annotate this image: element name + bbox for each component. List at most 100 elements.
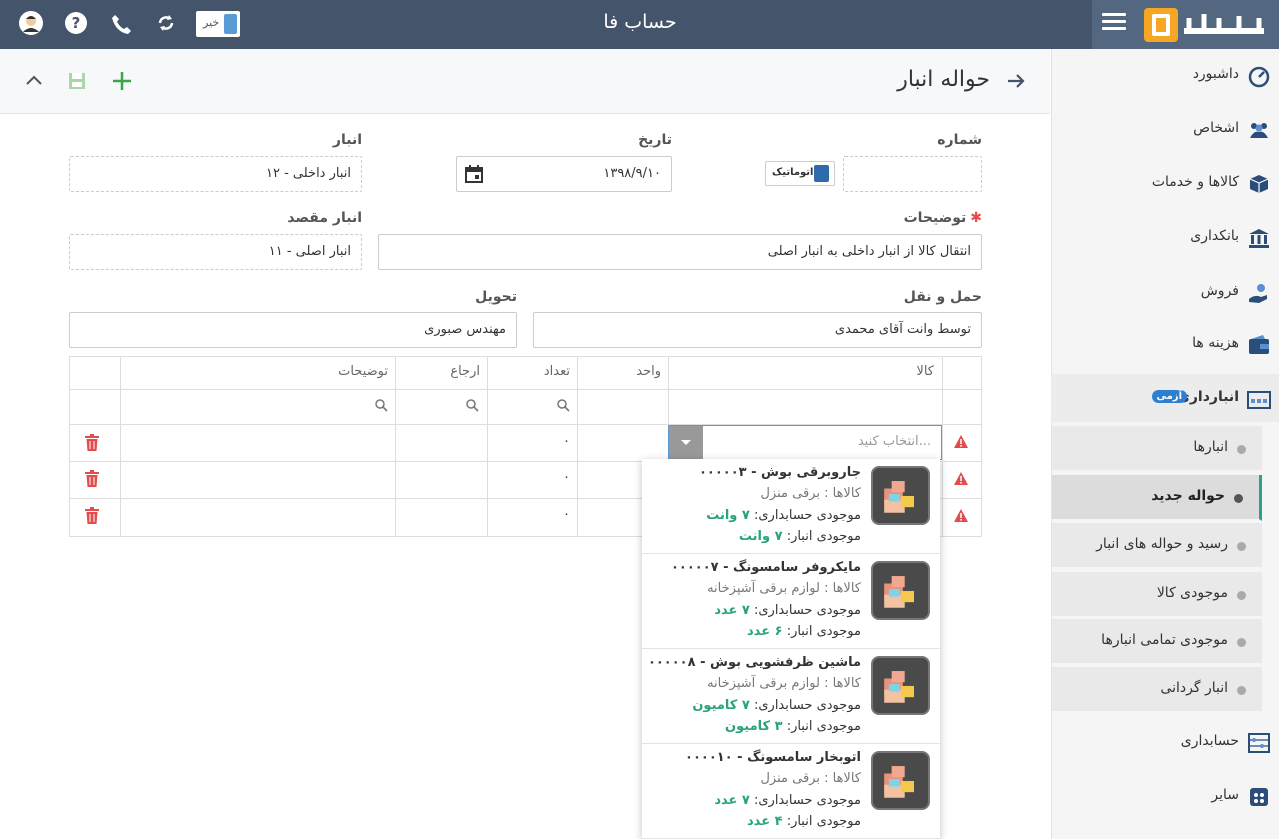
bank-icon — [1249, 229, 1269, 248]
warehouse-stock-label: موجودی انبار: — [786, 814, 861, 829]
grid-divider — [395, 356, 396, 537]
sidebar-item-label: حسابداری — [1180, 733, 1239, 749]
option-warehouse-stock: موجودی انبار: ۳ کامیون — [725, 719, 861, 734]
bullet-icon — [1237, 445, 1246, 454]
transport-field[interactable]: توسط وانت آقای محمدی — [533, 312, 982, 348]
app-logo — [1144, 8, 1264, 42]
number-field[interactable] — [843, 156, 982, 192]
search-icon[interactable] — [375, 399, 388, 412]
abacus-icon — [1248, 733, 1270, 753]
warehouse-label: انبار — [332, 132, 362, 148]
item-select[interactable]: انتخاب کنید... — [668, 425, 942, 460]
chevron-down-icon[interactable] — [669, 426, 703, 459]
accounting-stock-value: ۷ کامیون — [692, 698, 750, 713]
sidebar-item-banking[interactable]: بانکداری — [1051, 213, 1279, 263]
sidebar-subitem-stocktaking[interactable]: انبار گردانی — [1052, 667, 1262, 713]
sidebar-item-warehousing[interactable]: انبارداری آزمی — [1051, 374, 1279, 422]
row-qty-cell[interactable]: ۰ — [563, 507, 570, 522]
sidebar-item-accounting[interactable]: حسابداری — [1051, 718, 1279, 768]
hamburger-menu-icon[interactable] — [1102, 13, 1126, 33]
option-code: ۰۰۰۰۱۰ — [685, 750, 733, 765]
product-box-icon — [871, 751, 930, 810]
sidebar-item-label: داشبورد — [1192, 66, 1239, 82]
sidebar-subitem-label: رسید و حواله های انبار — [1096, 536, 1228, 552]
option-warehouse-stock: موجودی انبار: ۷ وانت — [739, 529, 861, 544]
accounting-stock-label: موجودی حسابداری: — [753, 698, 861, 713]
bullet-icon — [1237, 686, 1246, 695]
option-accounting-stock: موجودی حسابداری: ۷ عدد — [714, 793, 861, 808]
warehouse-field[interactable]: ۱۲ - انبار داخلی — [69, 156, 362, 192]
sidebar-subitem-warehouses[interactable]: انبارها — [1052, 426, 1262, 472]
warning-icon — [954, 472, 968, 485]
column-header-description[interactable]: توضیحات — [338, 364, 388, 379]
sidebar-item-label: اشخاص — [1193, 120, 1239, 136]
option-category: کالاها : لوازم برقی آشپزخانه — [707, 581, 861, 596]
column-header-unit[interactable]: واحد — [636, 364, 661, 379]
search-icon[interactable] — [557, 399, 570, 412]
option-accounting-stock: موجودی حسابداری: ۷ کامیون — [692, 698, 861, 713]
dropdown-option[interactable]: ۰۰۰۰۰۷ - مایکروفر سامسونگ کالاها : لوازم… — [642, 554, 940, 649]
sidebar-item-expenses[interactable]: هزینه ها — [1051, 320, 1279, 370]
accounting-stock-label: موجودی حسابداری: — [753, 793, 861, 808]
sidebar-subitem-stock[interactable]: موجودی کالا — [1052, 572, 1262, 618]
delete-row-trash-icon[interactable] — [84, 434, 100, 452]
sidebar-item-products[interactable]: کالاها و خدمات — [1051, 159, 1279, 209]
sidebar-subitem-label: موجودی کالا — [1156, 585, 1228, 601]
refresh-icon[interactable] — [153, 10, 179, 36]
bullet-icon — [1237, 638, 1246, 647]
dashboard-gauge-icon — [1248, 66, 1270, 88]
option-title: ۰۰۰۰۰۳ - جاروبرقی بوش — [698, 465, 861, 480]
calendar-icon[interactable] — [464, 164, 484, 184]
option-name: ماشین ظرفشویی بوش — [710, 655, 861, 670]
add-icon[interactable] — [110, 69, 134, 93]
back-arrow-icon[interactable] — [1005, 70, 1027, 92]
search-icon[interactable] — [466, 399, 479, 412]
sidebar-subitem-all-warehouses-stock[interactable]: موجودی تمامی انبارها — [1052, 619, 1262, 665]
phone-icon[interactable] — [108, 10, 134, 36]
column-header-item[interactable]: کالا — [916, 364, 934, 379]
save-icon[interactable] — [65, 69, 89, 93]
sidebar-item-sales[interactable]: فروش — [1051, 268, 1279, 318]
app-title: حساب فا — [603, 11, 677, 33]
accounting-stock-value: ۷ عدد — [714, 603, 750, 618]
sidebar-item-other[interactable]: سایر — [1051, 772, 1279, 822]
flag-icon — [224, 14, 237, 34]
destination-warehouse-field[interactable]: ۱۱ - انبار اصلی — [69, 234, 362, 270]
option-category: کالاها : برقی منزل — [760, 486, 861, 501]
sidebar-subitem-label: انبارها — [1193, 439, 1228, 455]
dropdown-option[interactable]: ۰۰۰۰۰۸ - ماشین ظرفشویی بوش کالاها : لواز… — [642, 649, 940, 744]
auto-number-toggle[interactable]: اتوماتیک — [765, 161, 835, 186]
warehouse-stock-value: ۴ عدد — [747, 814, 783, 829]
user-avatar-icon[interactable] — [18, 10, 44, 36]
accounting-stock-label: موجودی حسابداری: — [753, 603, 861, 618]
option-code: ۰۰۰۰۰۸ — [647, 655, 696, 670]
box-icon — [1249, 175, 1269, 193]
delete-row-trash-icon[interactable] — [84, 507, 100, 525]
collapse-chevron-up-icon[interactable] — [22, 69, 46, 93]
sidebar-item-persons[interactable]: اشخاص — [1051, 105, 1279, 155]
language-toggle[interactable]: خیر — [196, 11, 240, 37]
sidebar-item-dashboard[interactable]: داشبورد — [1051, 51, 1279, 101]
delete-row-trash-icon[interactable] — [84, 470, 100, 488]
option-warehouse-stock: موجودی انبار: ۶ عدد — [747, 624, 861, 639]
column-header-qty[interactable]: تعداد — [544, 364, 570, 379]
row-qty-cell[interactable]: ۰ — [563, 434, 570, 449]
sidebar-subitem-receipts[interactable]: رسید و حواله های انبار — [1052, 523, 1262, 569]
dropdown-option[interactable]: ۰۰۰۰۰۳ - جاروبرقی بوش کالاها : برقی منزل… — [642, 459, 940, 554]
sidebar-item-label: سایر — [1211, 787, 1239, 803]
help-icon[interactable]: ? — [63, 10, 89, 36]
sidebar-item-label: هزینه ها — [1192, 335, 1239, 351]
dropdown-option[interactable]: ۰۰۰۰۱۰ - اتوبخار سامسونگ کالاها : برقی م… — [642, 744, 940, 839]
column-header-reference[interactable]: ارجاع — [450, 364, 480, 379]
delivery-field[interactable]: مهندس صبوری — [69, 312, 517, 348]
description-field[interactable]: انتقال کالا از انبار داخلی به انبار اصلی — [378, 234, 982, 270]
page-title: حواله انبار — [897, 67, 990, 92]
date-label: تاریخ — [638, 132, 672, 148]
trial-badge: آزمی — [1151, 390, 1187, 403]
sidebar-subitem-new-transfer[interactable]: حواله جدید — [1052, 475, 1262, 521]
other-apps-icon — [1250, 788, 1268, 806]
row-qty-cell[interactable]: ۰ — [563, 470, 570, 485]
grid-divider — [487, 356, 488, 537]
date-field[interactable]: ۱۳۹۸/۹/۱۰ — [456, 156, 672, 192]
grid-divider — [69, 389, 982, 390]
